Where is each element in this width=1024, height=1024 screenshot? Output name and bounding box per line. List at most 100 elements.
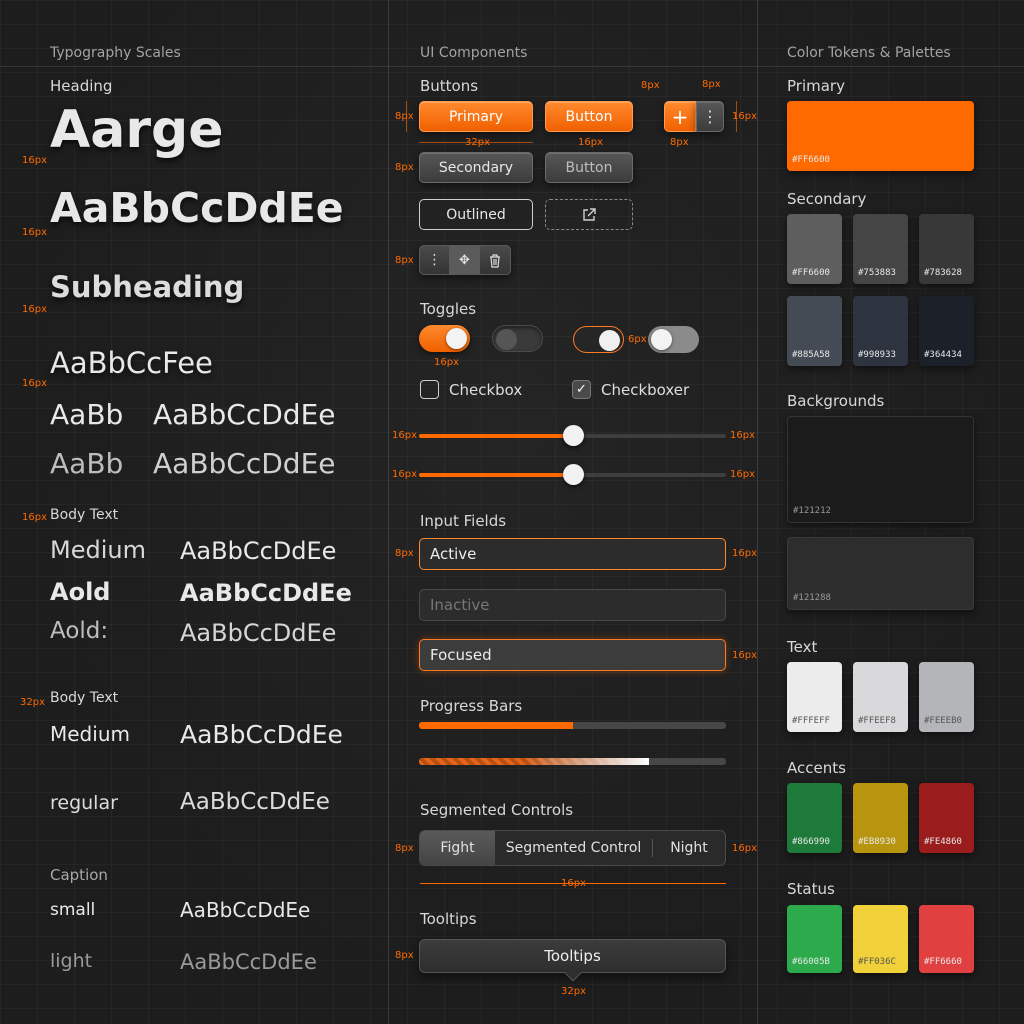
subheading-sample: Subheading	[50, 270, 245, 304]
primary-swatch: #FF6600	[787, 101, 974, 171]
caption-light-name: light	[50, 950, 93, 972]
spacing-annotation: 16px	[578, 137, 603, 148]
slider-thumb[interactable]	[562, 425, 584, 446]
spacing-annotation: 16px	[22, 155, 47, 166]
checkmark-icon: ✓	[576, 382, 587, 397]
add-button[interactable]: +	[664, 101, 696, 132]
spacing-annotation: 8px	[641, 80, 660, 91]
status-swatch: #66005B	[787, 905, 842, 973]
toggle-on[interactable]	[419, 325, 470, 352]
text-palette-label: Text	[787, 638, 818, 656]
text-swatch: #FEEEB0	[919, 662, 974, 732]
color-code: #FF036C	[858, 957, 896, 967]
measure-line	[420, 883, 726, 884]
buttons-label: Buttons	[420, 77, 479, 95]
heading-1-sample: AaBbCcDdEe	[50, 184, 344, 232]
segment-fight[interactable]: Fight	[420, 831, 495, 865]
inactive-input[interactable]: Inactive	[419, 589, 726, 621]
body-medium-sample: AaBbCcDdEe	[180, 537, 337, 565]
button-primary-alt[interactable]: Button	[545, 101, 633, 132]
toggle-off[interactable]	[492, 325, 543, 352]
toggle-knob	[599, 330, 620, 351]
background-swatch: #121288	[787, 537, 974, 610]
toggles-label: Toggles	[420, 300, 477, 318]
spacing-annotation: 16px	[22, 378, 47, 389]
color-code: #FF6660	[924, 957, 962, 967]
toggle-knob	[651, 329, 672, 350]
checkbox-unchecked[interactable]: Checkbox	[420, 380, 522, 399]
background-swatch: #121212	[787, 416, 974, 523]
spacing-annotation: 32px	[561, 986, 586, 997]
primary-palette-label: Primary	[787, 77, 845, 95]
spacing-annotation: 8px	[395, 843, 414, 854]
segment-night[interactable]: Night	[653, 831, 725, 865]
spacing-annotation: 16px	[434, 357, 459, 368]
spacing-annotation: 8px	[395, 162, 414, 173]
external-link-button[interactable]	[545, 199, 633, 230]
toggle-knob	[496, 329, 517, 350]
more-button[interactable]: ⋮	[696, 101, 724, 132]
kebab-button[interactable]: ⋮	[420, 246, 450, 274]
segmented-controls-label: Segmented Controls	[420, 801, 574, 819]
active-input[interactable]: Active	[419, 538, 726, 570]
focused-input[interactable]: Focused	[419, 639, 726, 671]
body-bold-name: Aold	[50, 578, 111, 606]
primary-button[interactable]: Primary	[419, 101, 533, 132]
progress-bars-label: Progress Bars	[420, 697, 523, 715]
heading-large-sample: Aarge	[50, 100, 224, 160]
secondary-button[interactable]: Secondary	[419, 152, 533, 183]
slider[interactable]	[419, 464, 726, 485]
body-light-name: Aold:	[50, 618, 109, 644]
color-code: #FFEEF8	[858, 716, 896, 726]
measure-line	[406, 101, 407, 132]
checkbox-box[interactable]	[420, 380, 439, 399]
secondary-swatch: #FF6600	[787, 214, 842, 284]
color-code: #66005B	[792, 957, 830, 967]
spacing-annotation: 16px	[22, 304, 47, 315]
segment-control[interactable]: Segmented Control	[495, 831, 652, 865]
accent-swatch: #EB8930	[853, 783, 908, 853]
slider-fill	[419, 434, 573, 438]
progress-highlight	[419, 758, 650, 765]
spacing-annotation: 8px	[395, 548, 414, 559]
delete-button[interactable]	[480, 246, 510, 274]
spacing-annotation: 16px	[732, 650, 757, 661]
spacing-annotation: 8px	[395, 950, 414, 961]
spacing-annotation: 32px	[20, 697, 45, 708]
toggle-light-off[interactable]	[648, 326, 699, 353]
header-divider	[0, 66, 1024, 67]
slider-thumb[interactable]	[562, 464, 584, 485]
outlined-button[interactable]: Outlined	[419, 199, 533, 230]
body-text-label: Body Text	[50, 507, 119, 523]
slider[interactable]	[419, 425, 726, 446]
heading-4-long: AaBbCcDdEe	[153, 398, 336, 431]
heading-5-long: AaBbCcDdEe	[153, 447, 336, 480]
checkbox-checked[interactable]: ✓ Checkboxer	[572, 380, 689, 399]
text-swatch: #FFEEF8	[853, 662, 908, 732]
caption-small-name: small	[50, 900, 96, 920]
checkbox-box[interactable]: ✓	[572, 380, 591, 399]
button-secondary-alt[interactable]: Button	[545, 152, 633, 183]
color-code: #753883	[858, 268, 896, 278]
spacing-annotation: 16px	[22, 512, 47, 523]
color-code: #998933	[858, 350, 896, 360]
measure-line	[736, 101, 737, 132]
progress-bar	[419, 722, 726, 729]
body2-medium-name: Medium	[50, 722, 130, 746]
tooltip-arrow	[564, 964, 582, 982]
spacing-annotation: 16px	[732, 548, 757, 559]
color-code: #783628	[924, 268, 962, 278]
spacing-annotation: 6px	[628, 334, 647, 345]
body-light-sample: AaBbCcDdEe	[180, 619, 337, 647]
move-button[interactable]: ✥	[450, 246, 480, 274]
heading-3-sample: AaBbCcFee	[50, 346, 213, 380]
spacing-annotation: 16px	[22, 227, 47, 238]
segmented-control: Fight Segmented Control Night	[419, 830, 726, 866]
color-code: #866990	[792, 837, 830, 847]
secondary-swatch: #885A58	[787, 296, 842, 366]
spacing-annotation: 8px	[670, 137, 689, 148]
column-divider	[388, 0, 389, 1024]
toggle-outline-on[interactable]	[573, 326, 624, 353]
color-code: #885A58	[792, 350, 830, 360]
color-code: #FE4860	[924, 837, 962, 847]
